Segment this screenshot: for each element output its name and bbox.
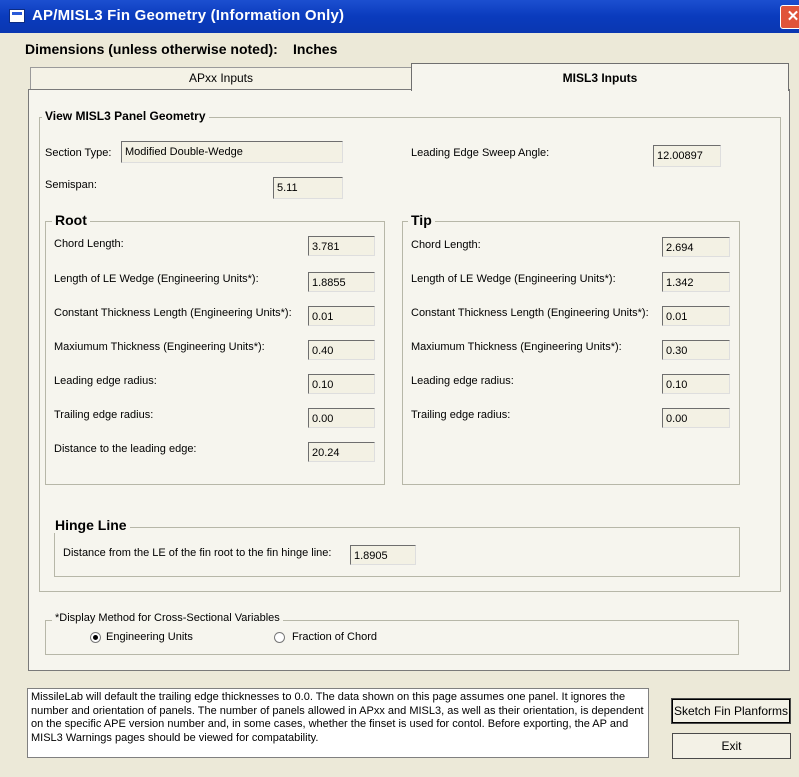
root-le-wedge-label: Length of LE Wedge (Engineering Units*): <box>54 273 259 285</box>
tip-chord-length-label: Chord Length: <box>411 239 481 251</box>
tip-le-wedge-label: Length of LE Wedge (Engineering Units*): <box>411 273 616 285</box>
semispan-field[interactable]: 5.11 <box>273 177 343 199</box>
dialog-window: AP/MISL3 Fin Geometry (Information Only)… <box>0 0 799 777</box>
sketch-fin-planforms-button[interactable]: Sketch Fin Planforms <box>671 698 791 724</box>
root-max-thickness-field[interactable]: 0.40 <box>308 340 375 360</box>
root-te-radius-field[interactable]: 0.00 <box>308 408 375 428</box>
exit-button[interactable]: Exit <box>672 733 791 759</box>
tip-const-thickness-field[interactable]: 0.01 <box>662 306 730 326</box>
engineering-units-label[interactable]: Engineering Units <box>106 631 193 643</box>
window-icon <box>9 9 25 23</box>
tip-max-thickness-label: Maxiumum Thickness (Engineering Units*): <box>411 341 622 353</box>
info-note: MissileLab will default the trailing edg… <box>27 688 649 758</box>
window-title: AP/MISL3 Fin Geometry (Information Only) <box>32 7 345 24</box>
le-sweep-label: Leading Edge Sweep Angle: <box>411 147 550 159</box>
tip-te-radius-label: Trailing edge radius: <box>411 409 511 421</box>
root-chord-length-field[interactable]: 3.781 <box>308 236 375 256</box>
root-le-radius-label: Leading edge radius: <box>54 375 157 387</box>
tip-le-radius-field[interactable]: 0.10 <box>662 374 730 394</box>
tip-chord-length-field[interactable]: 2.694 <box>662 237 730 257</box>
section-type-field[interactable]: Modified Double-Wedge <box>121 141 343 163</box>
root-const-thickness-label: Constant Thickness Length (Engineering U… <box>54 307 292 319</box>
root-te-radius-label: Trailing edge radius: <box>54 409 154 421</box>
display-method-title: *Display Method for Cross-Sectional Vari… <box>52 612 283 624</box>
root-distance-le-field[interactable]: 20.24 <box>308 442 375 462</box>
tab-apxx-inputs[interactable]: APxx Inputs <box>30 67 412 90</box>
fraction-of-chord-label[interactable]: Fraction of Chord <box>292 631 377 643</box>
root-le-wedge-field[interactable]: 1.8855 <box>308 272 375 292</box>
root-max-thickness-label: Maxiumum Thickness (Engineering Units*): <box>54 341 265 353</box>
root-le-radius-field[interactable]: 0.10 <box>308 374 375 394</box>
root-distance-le-label: Distance to the leading edge: <box>54 443 197 455</box>
tip-le-radius-label: Leading edge radius: <box>411 375 514 387</box>
dimensions-row: Dimensions (unless otherwise noted): Inc… <box>25 41 337 57</box>
title-bar: AP/MISL3 Fin Geometry (Information Only)… <box>0 0 799 33</box>
tab-misl3-inputs[interactable]: MISL3 Inputs <box>411 63 789 91</box>
tip-te-radius-field[interactable]: 0.00 <box>662 408 730 428</box>
tip-const-thickness-label: Constant Thickness Length (Engineering U… <box>411 307 649 319</box>
hinge-line-title: Hinge Line <box>52 517 130 533</box>
engineering-units-radio[interactable] <box>90 632 101 643</box>
le-sweep-field[interactable]: 12.00897 <box>653 145 721 167</box>
panel-geometry-title: View MISL3 Panel Geometry <box>42 109 209 123</box>
dimensions-unit: Inches <box>293 41 338 57</box>
hinge-distance-field[interactable]: 1.8905 <box>350 545 416 565</box>
root-title: Root <box>52 212 90 228</box>
section-type-label: Section Type: <box>45 147 112 159</box>
semispan-label: Semispan: <box>45 179 97 191</box>
root-chord-length-label: Chord Length: <box>54 238 124 250</box>
hinge-distance-label: Distance from the LE of the fin root to … <box>63 547 332 559</box>
tip-max-thickness-field[interactable]: 0.30 <box>662 340 730 360</box>
dimensions-label: Dimensions (unless otherwise noted): <box>25 41 278 57</box>
close-button[interactable]: ✕ <box>780 5 799 29</box>
root-const-thickness-field[interactable]: 0.01 <box>308 306 375 326</box>
tip-le-wedge-field[interactable]: 1.342 <box>662 272 730 292</box>
tip-title: Tip <box>408 212 435 228</box>
fraction-of-chord-radio[interactable] <box>274 632 285 643</box>
